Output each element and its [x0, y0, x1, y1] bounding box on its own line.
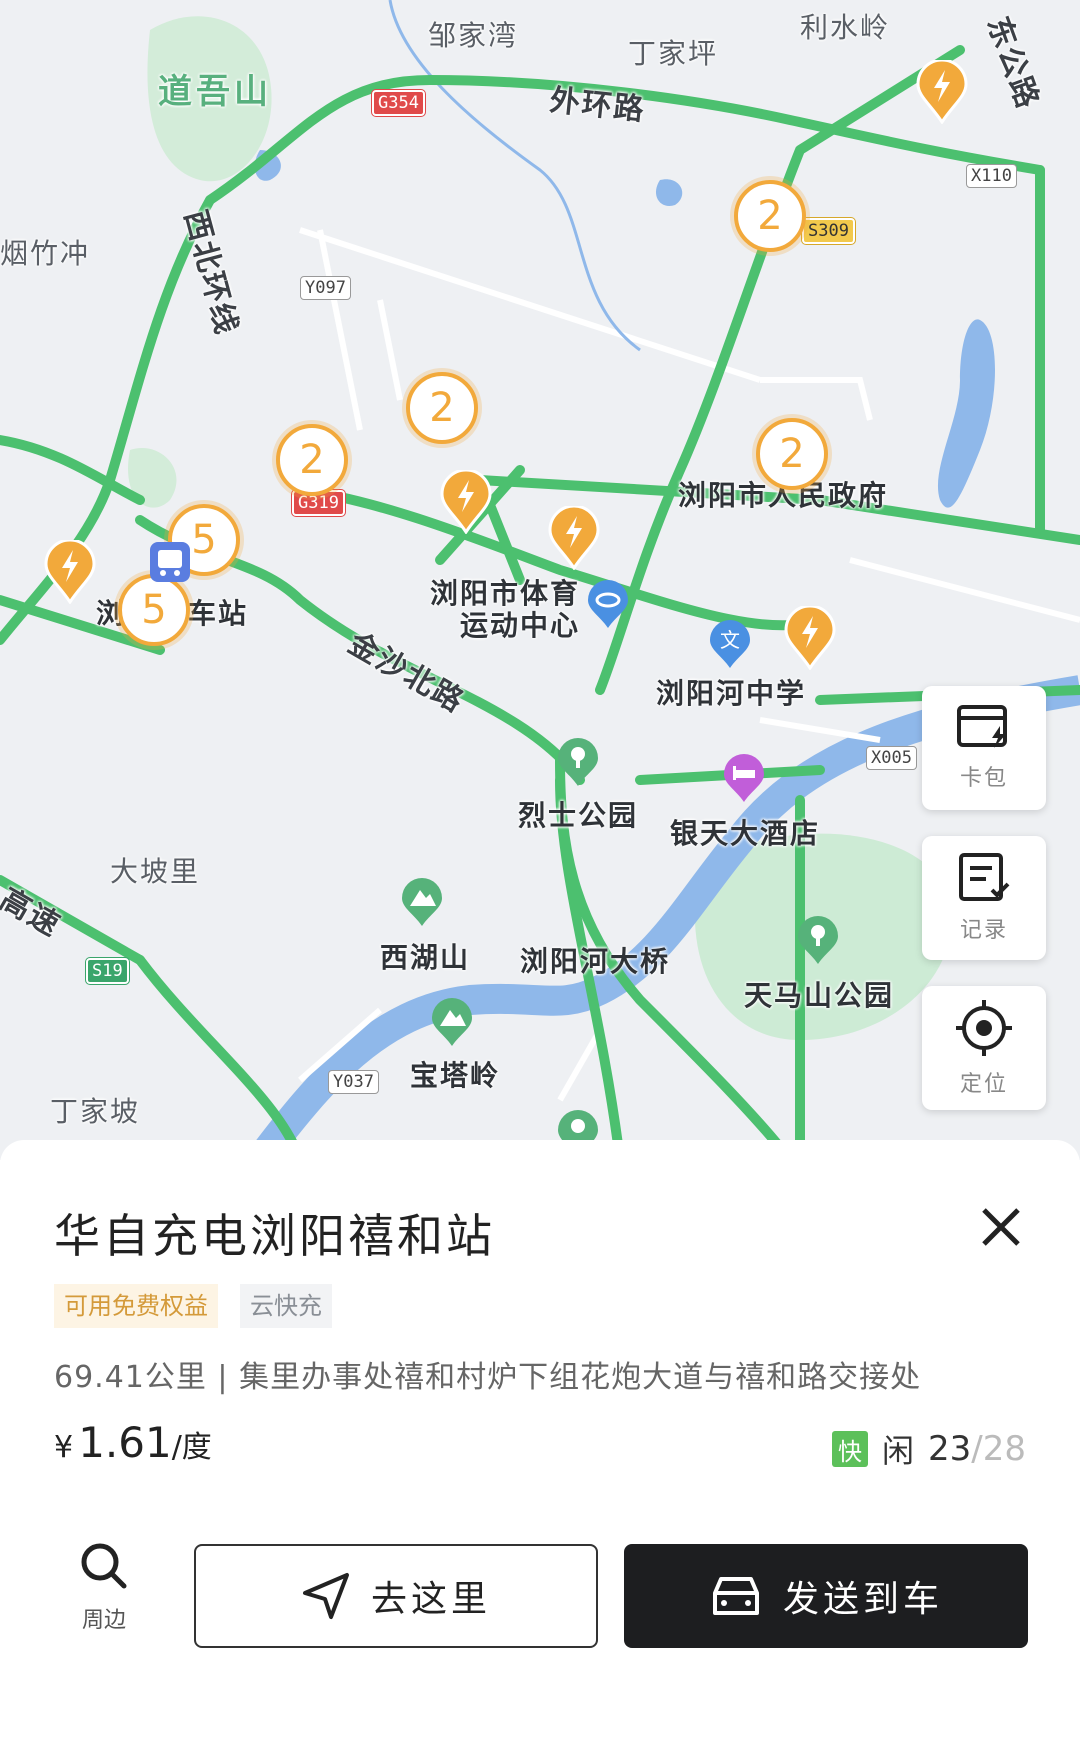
map-label-yintian-hotel: 银天大酒店	[670, 817, 821, 850]
price-unit: /度	[171, 1430, 212, 1465]
records-button[interactable]: 记录	[922, 836, 1046, 960]
price-value: 1.61	[78, 1418, 172, 1467]
park-icon	[558, 738, 598, 786]
wallet-icon	[957, 705, 1007, 748]
map-label-dingjiaping: 丁家坪	[628, 37, 719, 70]
map-label-xihushan: 西湖山	[380, 941, 471, 974]
send-to-car-button[interactable]: 发送到车	[624, 1544, 1028, 1648]
close-icon[interactable]	[976, 1202, 1026, 1252]
map-label-tianmashan-park: 天马山公园	[744, 979, 895, 1012]
map-view[interactable]: 邹家湾 丁家坪 利水岭 道吾山 外环路 东公路 烟竹冲 西北环线 浏阳市人民政府…	[0, 0, 1080, 1160]
fast-charge-badge: 快	[832, 1431, 868, 1467]
road-shield-s309: S309	[802, 218, 855, 244]
mountain-icon	[432, 998, 472, 1046]
locate-label: 定位	[959, 1072, 1008, 1097]
nearby-label: 周边	[81, 1608, 126, 1633]
wallet-button[interactable]: 卡包	[922, 686, 1046, 810]
road-shield-x005: X005	[866, 746, 917, 770]
navigate-button[interactable]: 去这里	[194, 1544, 598, 1648]
road-shield-y097: Y097	[300, 276, 351, 300]
map-label-sports-center-2: 运动中心	[460, 609, 581, 642]
send-to-car-label: 发送到车	[782, 1579, 943, 1620]
locate-icon	[956, 1000, 1012, 1056]
map-label-zoujiawan: 邹家湾	[428, 19, 519, 52]
navigate-label: 去这里	[370, 1579, 491, 1620]
search-icon	[81, 1543, 127, 1589]
charging-pin-icon[interactable]	[548, 506, 600, 570]
map-label-baotaling: 宝塔岭	[410, 1059, 501, 1092]
station-cluster[interactable]: 2	[734, 180, 806, 252]
navigate-arrow-icon	[302, 1573, 349, 1619]
svg-text:文: 文	[720, 628, 740, 652]
benefit-tag: 可用免费权益	[54, 1284, 218, 1328]
idle-label: 闲	[882, 1432, 915, 1470]
map-label-dapoli: 大坡里	[110, 855, 201, 888]
hotel-icon	[724, 754, 764, 802]
nearby-button[interactable]: 周边	[64, 1540, 144, 1634]
charging-pin-icon[interactable]	[440, 470, 492, 534]
mountain-icon	[402, 878, 442, 926]
station-address: 69.41公里 | 集里办事处禧和村炉下组花炮大道与禧和路交接处	[54, 1360, 922, 1395]
map-label-station: 车站	[188, 597, 249, 630]
charging-pin-icon[interactable]	[916, 60, 968, 124]
charging-pin-icon[interactable]	[44, 540, 96, 604]
station-detail-sheet: 华自充电浏阳禧和站 可用免费权益 云快充 69.41公里 | 集里办事处禧和村炉…	[0, 1140, 1080, 1747]
map-label-lieshi-park: 烈士公园	[518, 799, 639, 832]
map-label-yanzhuchong: 烟竹冲	[0, 237, 91, 270]
bus-station-icon	[150, 542, 190, 582]
wallet-label: 卡包	[959, 766, 1008, 791]
station-cluster[interactable]: 2	[406, 372, 478, 444]
charging-pin-icon[interactable]	[784, 606, 836, 670]
locate-button[interactable]: 定位	[922, 986, 1046, 1110]
price-currency: ¥	[54, 1430, 74, 1465]
map-label-liuyanghe-bridge: 浏阳河大桥	[520, 945, 671, 978]
records-icon	[959, 853, 1010, 901]
station-cluster[interactable]: 2	[276, 424, 348, 496]
station-cluster[interactable]: 2	[756, 418, 828, 490]
total-count: /28	[971, 1429, 1026, 1469]
road-shield-y037: Y037	[328, 1070, 379, 1094]
road-shield-s19: S19	[86, 958, 129, 984]
available-count: 23	[928, 1429, 972, 1469]
availability: 快 闲 23/28	[832, 1426, 1026, 1472]
road-shield-x110: X110	[966, 164, 1017, 188]
road-shield-g354: G354	[372, 90, 425, 116]
map-label-liuyanghe-school: 浏阳河中学	[656, 677, 807, 710]
map-label-dingjiapo: 丁家坡	[50, 1095, 141, 1128]
school-icon: 文	[710, 620, 750, 668]
car-icon	[712, 1577, 759, 1615]
map-label-lishuiling: 利水岭	[800, 11, 891, 44]
operator-tag: 云快充	[240, 1284, 332, 1328]
price: ¥ 1.61/度	[54, 1418, 212, 1467]
stadium-icon	[588, 580, 628, 628]
map-label-daowushan: 道吾山	[158, 72, 272, 112]
park-icon	[798, 916, 838, 964]
station-name: 华自充电浏阳禧和站	[54, 1209, 495, 1263]
records-label: 记录	[959, 918, 1008, 943]
